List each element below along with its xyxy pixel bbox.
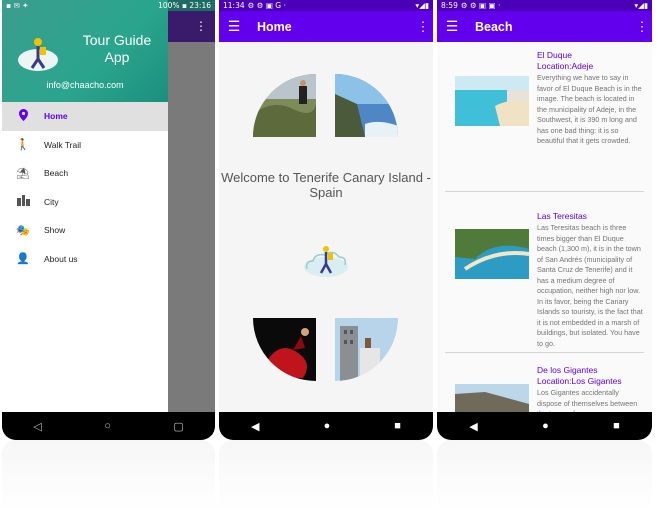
status-time: 11:34 (223, 1, 245, 10)
beach-name: El Duque (537, 50, 572, 60)
status-time: 8:59 (441, 1, 458, 10)
drawer-scrim[interactable] (168, 42, 215, 412)
hamburger-menu-icon[interactable]: ☰ (219, 18, 249, 35)
drawer-app-name: Tour Guide App (82, 32, 152, 65)
app-bar: ☰ Beach ⋮ (437, 11, 652, 42)
beach-description: Los Gigantes accidentally dispose of the… (537, 388, 638, 412)
drawer-menu: Home 🚶 Walk Trail ⛱ Beach City 🎭 Show 👤 … (2, 102, 168, 412)
drawer-item-home[interactable]: Home (2, 102, 168, 131)
system-nav-bar: ◀ ● ■ (219, 412, 433, 440)
beach-description: Everything we have to say in favor of El… (537, 73, 642, 145)
more-options-icon[interactable]: ⋮ (632, 19, 652, 35)
status-bar: ▪ ✉ ✦ 100% ▪ 23:16 (2, 0, 215, 11)
beach-photo (455, 384, 529, 412)
reflection (219, 440, 433, 510)
recents-icon[interactable]: ▢ (173, 420, 183, 433)
app-bar-title: Beach (475, 19, 513, 34)
city-image[interactable] (335, 318, 398, 381)
walking-icon: 🚶 (16, 139, 30, 152)
app-bar-title: Home (257, 19, 292, 34)
drawer-item-label: City (44, 196, 59, 207)
drawer-item-label: Home (44, 111, 68, 122)
drawer-email: info@chaacho.com (46, 80, 124, 90)
hamburger-menu-icon[interactable]: ☰ (437, 18, 467, 35)
home-circle-icon[interactable]: ○ (104, 420, 111, 432)
app-bar: ☰ Home ⋮ (219, 11, 433, 42)
status-bar: 11:34 ⚙ ⚙ ▣ G · ▾◢▮ (219, 0, 433, 11)
drawer-item-show[interactable]: 🎭 Show (2, 216, 168, 245)
notification-icon: ⚙ ⚙ ▣ G · (247, 1, 286, 10)
beach-image[interactable] (335, 74, 398, 137)
wifi-icon: ▾◢▮ (415, 1, 429, 10)
list-item[interactable]: De los Gigantes Location:Los Gigantes Lo… (445, 357, 644, 412)
phone-beach-screen: 8:59 ⚙ ⚙ ▣ ▣ · ▾◢▮ ☰ Beach ⋮ El Duque Lo… (437, 0, 652, 440)
beach-name: De los Gigantes (537, 365, 598, 375)
drawer-header: Tour Guide App info@chaacho.com (2, 0, 168, 102)
drawer-item-label: Walk Trail (44, 139, 81, 150)
beach-name: Las Teresitas (537, 211, 587, 221)
drawer-item-city[interactable]: City (2, 188, 168, 217)
back-icon[interactable]: ◀ (469, 420, 477, 433)
location-pin-icon (2, 108, 44, 124)
welcome-text: Welcome to Tenerife Canary Island - Spai… (221, 170, 431, 200)
phone-home-screen: 11:34 ⚙ ⚙ ▣ G · ▾◢▮ ☰ Home ⋮ Welcome to … (219, 0, 433, 440)
status-right: 100% ▪ 23:16 (158, 1, 211, 10)
city-icon (2, 194, 44, 209)
drawer-item-walk-trail[interactable]: 🚶 Walk Trail (2, 131, 168, 160)
notification-icon: ⚙ ⚙ ▣ ▣ · (460, 1, 501, 10)
drawer-item-label: Beach (44, 168, 69, 179)
walk-trail-image[interactable] (253, 74, 316, 137)
show-image[interactable] (253, 318, 316, 381)
theater-masks-icon: 🎭 (16, 224, 30, 237)
drawer-item-label: About us (44, 253, 78, 264)
home-circle-icon[interactable]: ● (324, 420, 331, 432)
system-nav-bar: ◁ ○ ▢ (2, 412, 215, 440)
home-circle-icon[interactable]: ● (542, 420, 549, 432)
back-icon[interactable]: ◀ (251, 420, 259, 433)
obscured-app-bar: ⋮ (168, 11, 215, 42)
beach-list: El Duque Location:Adeje Everything we ha… (437, 42, 652, 412)
reflection (437, 440, 652, 510)
recents-icon[interactable]: ■ (394, 420, 401, 432)
system-nav-bar: ◀ ● ■ (437, 412, 652, 440)
status-bar: 8:59 ⚙ ⚙ ▣ ▣ · ▾◢▮ (437, 0, 652, 11)
drawer-item-label: Show (44, 225, 66, 236)
tour-guide-logo-icon (304, 246, 348, 277)
beach-icon: ⛱ (16, 167, 30, 180)
beach-location: Location:Los Gigantes (537, 376, 622, 386)
reflection (2, 440, 215, 510)
tour-guide-logo-icon (18, 38, 58, 71)
drawer-item-about-us[interactable]: 👤 About us (2, 245, 168, 274)
list-item[interactable]: Las Teresitas Las Teresitas beach is thr… (445, 203, 644, 353)
wifi-icon: ▾◢▮ (634, 1, 648, 10)
drawer-item-beach[interactable]: ⛱ Beach (2, 159, 168, 188)
home-content: Welcome to Tenerife Canary Island - Spai… (219, 42, 433, 412)
more-options-icon: ⋮ (195, 19, 207, 33)
beach-photo (455, 76, 529, 126)
list-item[interactable]: El Duque Location:Adeje Everything we ha… (445, 42, 644, 192)
recents-icon[interactable]: ■ (613, 420, 620, 432)
beach-location: Location:Adeje (537, 61, 594, 71)
more-options-icon[interactable]: ⋮ (413, 19, 433, 35)
phone-drawer-screen: ⋮ Tour Guide App info@chaacho.com ▪ ✉ ✦ … (2, 0, 215, 440)
beach-description: Las Teresitas beach is three times bigge… (537, 223, 643, 348)
back-icon[interactable]: ◁ (33, 420, 41, 433)
person-question-icon: 👤 (16, 253, 30, 266)
notification-icon: ▪ ✉ ✦ (6, 1, 29, 10)
beach-photo (455, 229, 529, 279)
